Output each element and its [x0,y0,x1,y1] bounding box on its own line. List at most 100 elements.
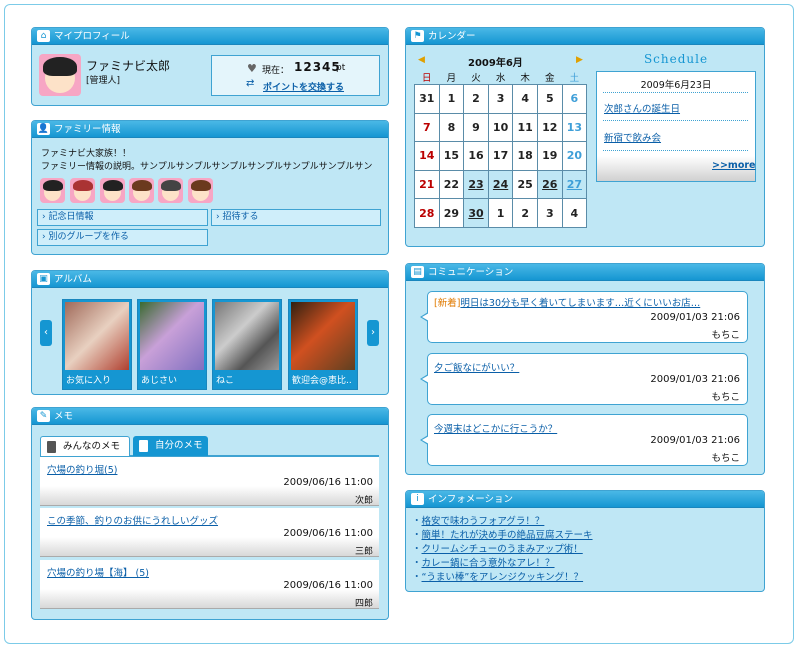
pencil-icon: ✎ [37,410,50,422]
comm-post[interactable]: [新着]明日は30分も早く着いてしまいます…近くにいいお店… 2009/01/0… [420,291,748,343]
member-avatar[interactable] [40,178,65,203]
calendar-day-event[interactable]: 27 [561,169,588,200]
more-link[interactable]: >>more [712,160,755,171]
prev-month-button[interactable]: ◀ [418,55,425,65]
calendar-day[interactable]: 6 [561,84,588,114]
calendar-day[interactable]: 10 [487,112,514,143]
photo-thumbnail [291,302,355,370]
calendar-day[interactable]: 1 [487,198,514,228]
home-icon: ⌂ [37,30,50,42]
memo-row[interactable]: 穴場の釣り場【海】 (5) 2009/06/16 11:00 四郎 [40,560,379,609]
photo-thumbnail [65,302,129,370]
profile-header: ⌂ マイプロフィール [32,28,388,45]
calendar-day-event[interactable]: 30 [463,198,489,228]
info-item[interactable]: カレー鍋に合う意外なアレ！？ [412,557,593,571]
album-next-button[interactable]: › [367,320,379,346]
calendar-day[interactable]: 19 [536,141,563,171]
album-photo[interactable]: 歓迎会@恵比.. [288,299,358,390]
calendar-day[interactable]: 18 [512,141,538,171]
album-prev-button[interactable]: ‹ [40,320,52,346]
comm-post[interactable]: 夕ご飯なにがいい？ 2009/01/03 21:06 もちこ [420,353,748,405]
document-icon [139,440,148,452]
calendar-day[interactable]: 5 [536,84,563,114]
document-icon [47,441,56,453]
family-description: ファミリー情報の説明。サンプルサンプルサンプルサンプルサンプルサンプルサン [41,162,373,172]
comm-post[interactable]: 今週末はどこかに行こうか？ 2009/01/03 21:06 もちこ [420,414,748,466]
communication-header: ▤ コミュニケーション [406,264,764,281]
tab-my-memo[interactable]: 自分のメモ [133,436,208,456]
schedule-title: Schedule [643,52,709,66]
family-name: ファミナビ大家族！！ [41,149,132,159]
info-icon: i [411,493,424,505]
calendar-day[interactable]: 20 [561,141,588,171]
calendar-day[interactable]: 4 [512,84,538,114]
member-avatar[interactable] [129,178,154,203]
next-month-button[interactable]: ▶ [576,55,583,65]
album-photo[interactable]: あじさい [137,299,207,390]
calendar-day[interactable]: 4 [561,198,588,228]
info-item[interactable]: 格安で味わうフォアグラ！？ [412,515,593,529]
calendar-day-event[interactable]: 26 [536,169,563,200]
calendar-day[interactable]: 13 [561,112,588,143]
calendar-day[interactable]: 28 [414,198,440,228]
member-avatar[interactable] [188,178,213,203]
person-icon: 👤 [37,123,50,135]
album-header: ▣ アルバム [32,271,388,288]
calendar-day[interactable]: 2 [512,198,538,228]
calendar-day[interactable]: 9 [463,112,489,143]
calendar-day-event[interactable]: 24 [487,169,514,200]
divider [603,92,748,93]
member-avatar[interactable] [158,178,183,203]
calendar-day[interactable]: 1 [438,84,465,114]
exchange-points-link[interactable]: ポイントを交換する [263,80,344,93]
anniversary-button[interactable]: 記念日情報 [37,209,208,226]
invite-button[interactable]: 招待する [211,209,381,226]
calendar-day[interactable]: 7 [414,112,440,143]
profile-avatar[interactable] [39,54,81,96]
info-item[interactable]: “うまい棒”をアレンジクッキング！？ [412,571,593,585]
calendar-day[interactable]: 3 [487,84,514,114]
calendar-grid: 日月火水木金土 31 1 2 3 4 5 6 7 8 9 10 11 12 13 14 15 16 17 18 1… [414,70,588,228]
schedule-date: 2009年6月23日 [640,80,712,91]
calendar-day[interactable]: 21 [414,169,440,200]
divider [603,150,748,151]
memo-row[interactable]: この季節、釣りのお供にうれしいグッズ 2009/06/16 11:00 三郎 [40,508,379,557]
member-avatar[interactable] [70,178,95,203]
member-avatar[interactable] [100,178,125,203]
information-list: 格安で味わうフォアグラ！？ 簡単！たれが決め手の絶品豆腐ステーキ クリームシチュ… [412,515,593,585]
points-value: 12345 [294,60,341,74]
info-item[interactable]: 簡単！たれが決め手の絶品豆腐ステーキ [412,529,593,543]
information-header: i インフォメーション [406,491,764,508]
calendar-day[interactable]: 31 [414,84,440,114]
photo-thumbnail [140,302,204,370]
schedule-event[interactable]: 新宿で飲み会 [604,130,661,144]
heart-icon: ♥ [247,62,257,75]
profile-name[interactable]: ファミナビ太郎 [86,57,170,74]
album-photo[interactable]: お気に入り [62,299,132,390]
calendar-day[interactable]: 3 [536,198,563,228]
tab-everyone-memo[interactable]: みんなのメモ [40,436,130,456]
calendar-day[interactable]: 12 [536,112,563,143]
calendar-day[interactable]: 15 [438,141,465,171]
album-photo[interactable]: ねこ [212,299,282,390]
info-item[interactable]: クリームシチューのうまみアップ術！ [412,543,593,557]
calendar-day[interactable]: 8 [438,112,465,143]
calendar-day[interactable]: 29 [438,198,465,228]
points-label: 現在： [262,66,290,76]
chat-icon: ▤ [411,266,424,278]
schedule-event[interactable]: 次郎さんの誕生日 [604,101,680,115]
calendar-day[interactable]: 11 [512,112,538,143]
calendar-day-today[interactable]: 23 [463,169,489,200]
calendar-day[interactable]: 2 [463,84,489,114]
calendar-day[interactable]: 16 [463,141,489,171]
calendar-day[interactable]: 25 [512,169,538,200]
calendar-day[interactable]: 17 [487,141,514,171]
calendar-day[interactable]: 22 [438,169,465,200]
create-group-button[interactable]: 別のグループを作る [37,229,208,246]
new-badge: [新着] [434,298,461,309]
memo-header: ✎ メモ [32,408,388,425]
memo-row[interactable]: 穴場の釣り堀(5) 2009/06/16 11:00 次郎 [40,457,379,506]
points-unit: pt [336,63,346,73]
calendar-day[interactable]: 14 [414,141,440,171]
photo-thumbnail [215,302,279,370]
